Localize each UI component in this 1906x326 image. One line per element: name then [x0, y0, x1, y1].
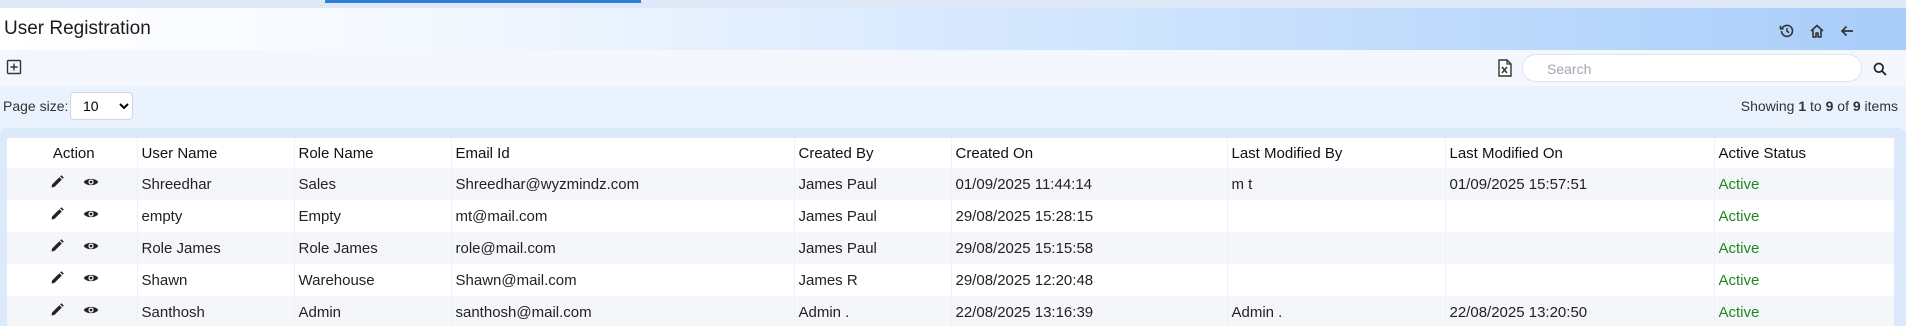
view-icon[interactable]: [82, 271, 100, 289]
last-modified-on-cell: [1445, 200, 1715, 232]
column-header-last-modified-on[interactable]: Last Modified On: [1445, 138, 1715, 168]
last-modified-on-cell: 01/09/2025 15:57:51: [1445, 168, 1715, 200]
showing-to-word: to: [1810, 98, 1822, 114]
edit-icon[interactable]: [48, 239, 66, 257]
view-icon[interactable]: [82, 175, 100, 193]
last-modified-by-cell: Admin .: [1227, 296, 1446, 326]
history-icon[interactable]: [1776, 20, 1798, 42]
user-grid: Action User Name Role Name Email Id Crea…: [7, 138, 1894, 326]
email-cell: Shreedhar@wyzmindz.com: [451, 168, 795, 200]
showing-of-word: of: [1837, 98, 1849, 114]
role-name-cell: Sales: [294, 168, 452, 200]
column-header-user-name[interactable]: User Name: [137, 138, 295, 168]
status-cell: Active: [1714, 200, 1894, 232]
showing-total: 9: [1852, 98, 1861, 114]
last-modified-on-cell: [1445, 232, 1715, 264]
expand-grid-icon[interactable]: [6, 59, 22, 75]
table-row[interactable]: Shreedhar Sales Shreedhar@wyzmindz.com Jame…: [7, 168, 1894, 200]
last-modified-on-cell: [1445, 264, 1715, 296]
table-row[interactable]: Role James Role James role@mail.com James P…: [7, 232, 1894, 264]
page-size-label: Page size:: [3, 98, 69, 114]
page-size-select[interactable]: 10: [70, 92, 133, 120]
column-header-created-by[interactable]: Created By: [794, 138, 952, 168]
grid-toolbar: [0, 50, 1906, 86]
created-on-cell: 01/09/2025 11:44:14: [951, 168, 1228, 200]
action-cell: [7, 168, 138, 200]
view-icon[interactable]: [82, 303, 100, 321]
user-name-cell: Shreedhar: [137, 168, 295, 200]
view-icon[interactable]: [82, 239, 100, 257]
email-cell: role@mail.com: [451, 232, 795, 264]
table-row[interactable]: Shawn Warehouse Shawn@mail.com James R 29/08…: [7, 264, 1894, 296]
last-modified-by-cell: m t: [1227, 168, 1446, 200]
created-by-cell: James Paul: [794, 200, 952, 232]
page-header: User Registration: [0, 8, 1906, 50]
pagination-bar: Page size: 10 Showing 1 to 9 of 9 items: [0, 86, 1906, 126]
showing-suffix: items: [1864, 98, 1898, 114]
table-row[interactable]: Santhosh Admin santhosh@mail.com Admin . 22/…: [7, 296, 1894, 326]
column-header-email[interactable]: Email Id: [451, 138, 795, 168]
status-cell: Active: [1714, 168, 1894, 200]
column-header-last-modified-by[interactable]: Last Modified By: [1227, 138, 1446, 168]
created-by-cell: James R: [794, 264, 952, 296]
column-header-created-on[interactable]: Created On: [951, 138, 1228, 168]
edit-icon[interactable]: [48, 271, 66, 289]
edit-icon[interactable]: [48, 303, 66, 321]
showing-to: 9: [1825, 98, 1834, 114]
email-cell: santhosh@mail.com: [451, 296, 795, 326]
status-cell: Active: [1714, 264, 1894, 296]
email-cell: mt@mail.com: [451, 200, 795, 232]
search-box: [1522, 54, 1862, 82]
status-cell: Active: [1714, 296, 1894, 326]
created-on-cell: 29/08/2025 12:20:48: [951, 264, 1228, 296]
header-actions: [1776, 20, 1858, 42]
table-header-row: Action User Name Role Name Email Id Crea…: [7, 138, 1894, 168]
user-table: Action User Name Role Name Email Id Crea…: [7, 138, 1894, 326]
items-count-text: Showing 1 to 9 of 9 items: [1741, 98, 1898, 114]
action-cell: [7, 200, 138, 232]
role-name-cell: Admin: [294, 296, 452, 326]
user-name-cell: Shawn: [137, 264, 295, 296]
action-cell: [7, 264, 138, 296]
role-name-cell: Empty: [294, 200, 452, 232]
column-header-action[interactable]: Action: [7, 138, 138, 168]
home-icon[interactable]: [1806, 20, 1828, 42]
showing-prefix: Showing: [1740, 98, 1795, 114]
role-name-cell: Role James: [294, 232, 452, 264]
created-on-cell: 22/08/2025 13:16:39: [951, 296, 1228, 326]
action-cell: [7, 232, 138, 264]
column-header-role-name[interactable]: Role Name: [294, 138, 452, 168]
page-title: User Registration: [4, 18, 151, 39]
edit-icon[interactable]: [48, 175, 66, 193]
created-by-cell: Admin .: [794, 296, 952, 326]
view-icon[interactable]: [82, 207, 100, 225]
user-name-cell: Role James: [137, 232, 295, 264]
created-by-cell: James Paul: [794, 168, 952, 200]
active-tab-indicator[interactable]: [325, 0, 641, 3]
user-name-cell: Santhosh: [137, 296, 295, 326]
table-row[interactable]: empty Empty mt@mail.com James Paul 29/08/202…: [7, 200, 1894, 232]
role-name-cell: Warehouse: [294, 264, 452, 296]
last-modified-by-cell: [1227, 200, 1446, 232]
excel-export-icon[interactable]: [1497, 59, 1513, 77]
email-cell: Shawn@mail.com: [451, 264, 795, 296]
last-modified-by-cell: [1227, 264, 1446, 296]
status-cell: Active: [1714, 232, 1894, 264]
last-modified-by-cell: [1227, 232, 1446, 264]
showing-from: 1: [1798, 98, 1807, 114]
created-on-cell: 29/08/2025 15:28:15: [951, 200, 1228, 232]
search-icon[interactable]: [1868, 58, 1892, 80]
created-on-cell: 29/08/2025 15:15:58: [951, 232, 1228, 264]
column-header-active-status[interactable]: Active Status: [1714, 138, 1894, 168]
created-by-cell: James Paul: [794, 232, 952, 264]
tab-strip: [0, 0, 1906, 8]
edit-icon[interactable]: [48, 207, 66, 225]
last-modified-on-cell: 22/08/2025 13:20:50: [1445, 296, 1715, 326]
back-arrow-icon[interactable]: [1836, 20, 1858, 42]
search-input[interactable]: [1547, 60, 1837, 78]
action-cell: [7, 296, 138, 326]
user-name-cell: empty: [137, 200, 295, 232]
